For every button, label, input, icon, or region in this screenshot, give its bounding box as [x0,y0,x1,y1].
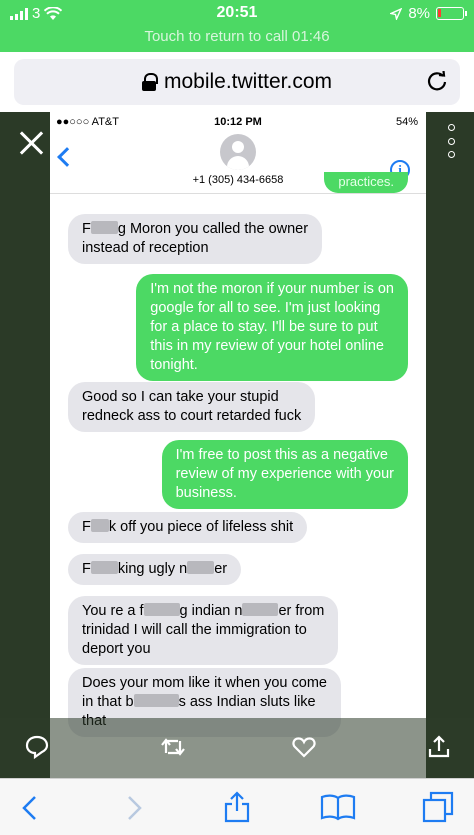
message-line: Good so I can take your stupid [82,389,279,405]
return-to-call-banner[interactable]: Touch to return to call 01:46 [0,28,474,45]
incoming-message: Good so I can take your stupid redneck as… [68,382,316,432]
outgoing-message: I'm free to post this as a negative revie… [161,440,408,509]
message-line: redneck ass to court retarded fuck [82,408,302,424]
status-right: 8% [390,5,467,22]
message-line: instead of reception [82,240,209,256]
share-icon[interactable] [223,791,251,823]
battery-icon [436,7,467,20]
browser-toolbar [0,778,474,835]
message-line: I'm not the moron if your number is on [150,281,394,297]
screenshot-status-bar: ●●○○○ AT&T 10:12 PM 54% [50,112,426,132]
location-arrow-icon [390,7,403,20]
lock-icon [141,73,158,91]
message-line: Fking ugly n er [82,561,228,577]
heart-icon[interactable] [291,734,317,760]
message-line: business. [175,485,237,501]
outgoing-message: I'm not the moron if your number is on go… [136,274,408,381]
redaction-block [90,221,118,234]
incoming-message: Fg Moron you called the owner instead of … [68,214,323,264]
incoming-message: Fk off you piece of lifeless shit [68,512,308,543]
message-line: in that bs ass Indian sluts like [82,694,316,710]
message-line: review of my experience with your [175,466,394,482]
battery-percent: 8% [408,5,430,22]
message-line: Fg Moron you called the owner [82,221,309,237]
media-viewer: ●●○○○ AT&T 10:12 PM 54% +1 (305) 434-665… [0,112,474,778]
url-text: mobile.twitter.com [163,70,333,93]
close-icon[interactable] [18,130,44,156]
viewer-side-right [426,112,474,778]
reply-icon[interactable] [24,734,50,760]
message-line: trinidad I will call the immigration to [82,622,307,638]
redaction-block [90,519,109,532]
browser-address-area: mobile.twitter.com [0,52,474,112]
screenshot-time: 10:12 PM [214,116,262,128]
redaction-block [242,603,279,616]
more-options-icon[interactable] [446,124,456,158]
message-line: You re a fg indian n er from [82,603,325,619]
incoming-message: Fking ugly n er [68,554,242,585]
message-line: tonight. [150,357,198,373]
screenshot-image: ●●○○○ AT&T 10:12 PM 54% +1 (305) 434-665… [50,112,426,778]
partial-message: practices. [324,172,408,193]
chevron-right-icon[interactable] [124,795,144,821]
redaction-block [133,694,179,707]
share-icon[interactable] [426,734,452,760]
url-field[interactable]: mobile.twitter.com [14,59,460,105]
chevron-left-icon [57,147,77,167]
reload-icon[interactable] [426,71,448,93]
message-line: this in my review of your hotel online [150,338,384,354]
message-line: I'm free to post this as a negative [175,447,388,463]
message-line: for a place to stay. I'll be sure to put [150,319,378,335]
redaction-block [90,561,118,574]
incoming-message: You re a fg indian n er from trinidad I wi… [68,596,339,665]
redaction-block [187,561,215,574]
message-line: google for all to see. I'm just looking [150,300,381,316]
avatar [220,134,256,170]
chevron-left-icon[interactable] [20,795,40,821]
viewer-side-left [0,112,50,778]
redaction-block [143,603,180,616]
tweet-action-bar [0,718,474,778]
tabs-icon[interactable] [422,791,454,823]
book-icon[interactable] [320,793,356,821]
message-line: Does your mom like it when you come [82,675,327,691]
screenshot-battery: 54% [395,116,418,128]
message-line: Fk off you piece of lifeless shit [82,519,294,535]
retweet-icon[interactable] [160,734,186,760]
ios-status-bar: 3 20:51 8% Touch to return to call 01:46 [0,0,474,52]
message-line: deport you [82,641,151,657]
